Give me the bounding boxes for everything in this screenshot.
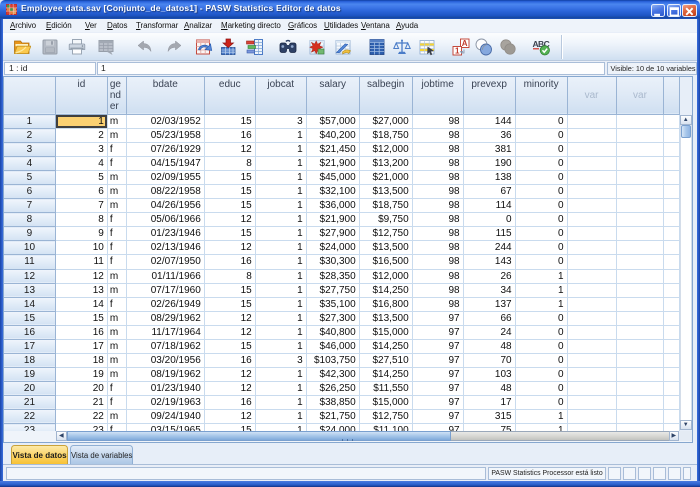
svg-text:A: A xyxy=(462,39,468,48)
svg-text:1: 1 xyxy=(455,47,460,56)
